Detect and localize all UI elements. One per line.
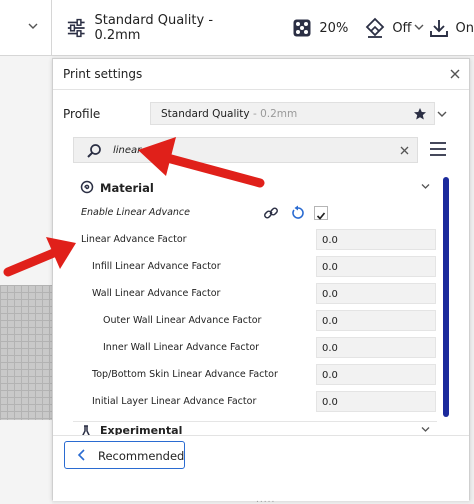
quality-indicator: Standard Quality - 0.2mm xyxy=(66,13,251,43)
close-icon[interactable] xyxy=(449,68,461,80)
setting-value-field[interactable]: 0.0 xyxy=(316,229,436,250)
chevron-left-icon xyxy=(77,449,85,461)
adhesion-value: On xyxy=(455,20,474,36)
search-icon xyxy=(87,144,101,158)
category-label: Experimental xyxy=(100,424,183,435)
setting-label: Top/Bottom Skin Linear Advance Factor xyxy=(92,369,278,380)
category-material[interactable]: Material xyxy=(73,177,437,197)
material-icon xyxy=(80,180,94,194)
profile-label: Profile xyxy=(63,107,101,121)
setting-row: Outer Wall Linear Advance Factor 0.0 xyxy=(73,310,437,332)
setting-value-field[interactable]: 0.0 xyxy=(316,364,436,385)
setting-label: Enable Linear Advance xyxy=(81,207,190,218)
setting-label: Outer Wall Linear Advance Factor xyxy=(103,315,262,326)
support-value: Off xyxy=(392,20,412,36)
setting-row: Enable Linear Advance xyxy=(73,202,437,224)
infill-icon xyxy=(293,19,311,37)
setting-row: Infill Linear Advance Factor 0.0 xyxy=(73,256,437,278)
panel-title: Print settings xyxy=(63,67,143,81)
chevron-down-icon xyxy=(28,23,38,29)
enable-linear-advance-checkbox[interactable] xyxy=(314,206,328,220)
quality-label: Standard Quality - 0.2mm xyxy=(94,13,214,43)
link-icon[interactable] xyxy=(263,205,279,221)
setting-label: Infill Linear Advance Factor xyxy=(92,261,221,272)
chevron-down-icon xyxy=(421,427,430,432)
print-settings-panel: Print settings Profile Standard Quality … xyxy=(52,58,470,504)
star-icon[interactable] xyxy=(413,107,427,121)
recommended-label: Recommended xyxy=(98,449,185,463)
sliders-icon xyxy=(67,18,85,38)
setting-label: Linear Advance Factor xyxy=(81,234,187,245)
left-dropdown[interactable] xyxy=(0,0,52,56)
setting-row: Initial Layer Linear Advance Factor 0.0 xyxy=(73,391,437,413)
checkmark-icon xyxy=(316,212,326,220)
chevron-down-icon xyxy=(414,24,424,30)
close-icon[interactable] xyxy=(400,146,409,155)
category-experimental[interactable]: Experimental xyxy=(73,421,437,435)
profile-select[interactable]: Standard Quality - 0.2mm xyxy=(150,102,435,125)
menu-icon[interactable] xyxy=(429,141,447,157)
setting-value-field[interactable]: 0.0 xyxy=(316,337,436,358)
adhesion-icon xyxy=(429,20,448,37)
setting-label: Inner Wall Linear Advance Factor xyxy=(103,342,260,353)
top-toolbar: Standard Quality - 0.2mm 20% Off On xyxy=(0,0,474,56)
chevron-down-icon[interactable] xyxy=(437,110,447,118)
settings-list: Material Enable Linear Advance Linear Ad… xyxy=(73,177,437,417)
setting-value-field[interactable]: 0.0 xyxy=(316,391,436,412)
infill-indicator: 20% xyxy=(292,18,348,38)
resize-grip[interactable]: ..... xyxy=(256,495,275,504)
setting-row: Top/Bottom Skin Linear Advance Factor 0.… xyxy=(73,364,437,386)
support-indicator: Off xyxy=(365,17,412,39)
setting-value-field[interactable]: 0.0 xyxy=(316,283,436,304)
reset-icon[interactable] xyxy=(290,205,306,221)
setting-row: Wall Linear Advance Factor 0.0 xyxy=(73,283,437,305)
viewport-background xyxy=(0,56,52,285)
setting-label: Wall Linear Advance Factor xyxy=(92,288,221,299)
panel-footer: Recommended ..... xyxy=(53,435,469,504)
category-label: Material xyxy=(100,181,154,195)
viewport-background-bottom xyxy=(0,420,52,504)
setting-row: Inner Wall Linear Advance Factor 0.0 xyxy=(73,337,437,359)
setting-value-field[interactable]: 0.0 xyxy=(316,256,436,277)
recommended-button[interactable]: Recommended xyxy=(64,441,185,469)
infill-value: 20% xyxy=(319,20,349,36)
build-plate-model xyxy=(0,285,52,420)
print-setup-selector[interactable]: Standard Quality - 0.2mm 20% Off On xyxy=(52,0,474,56)
flask-icon xyxy=(82,425,90,435)
adhesion-indicator: On xyxy=(429,18,474,38)
chevron-down-icon xyxy=(421,184,430,189)
setting-row: Linear Advance Factor 0.0 xyxy=(73,229,437,251)
panel-header: Print settings xyxy=(53,59,469,90)
setting-value-field[interactable]: 0.0 xyxy=(316,310,436,331)
scrollbar[interactable] xyxy=(443,177,449,417)
search-value: linear xyxy=(113,145,142,156)
profile-name: Standard Quality - 0.2mm xyxy=(161,108,298,120)
setting-label: Initial Layer Linear Advance Factor xyxy=(92,396,257,407)
search-input[interactable]: linear xyxy=(73,137,418,163)
support-icon xyxy=(366,17,385,38)
